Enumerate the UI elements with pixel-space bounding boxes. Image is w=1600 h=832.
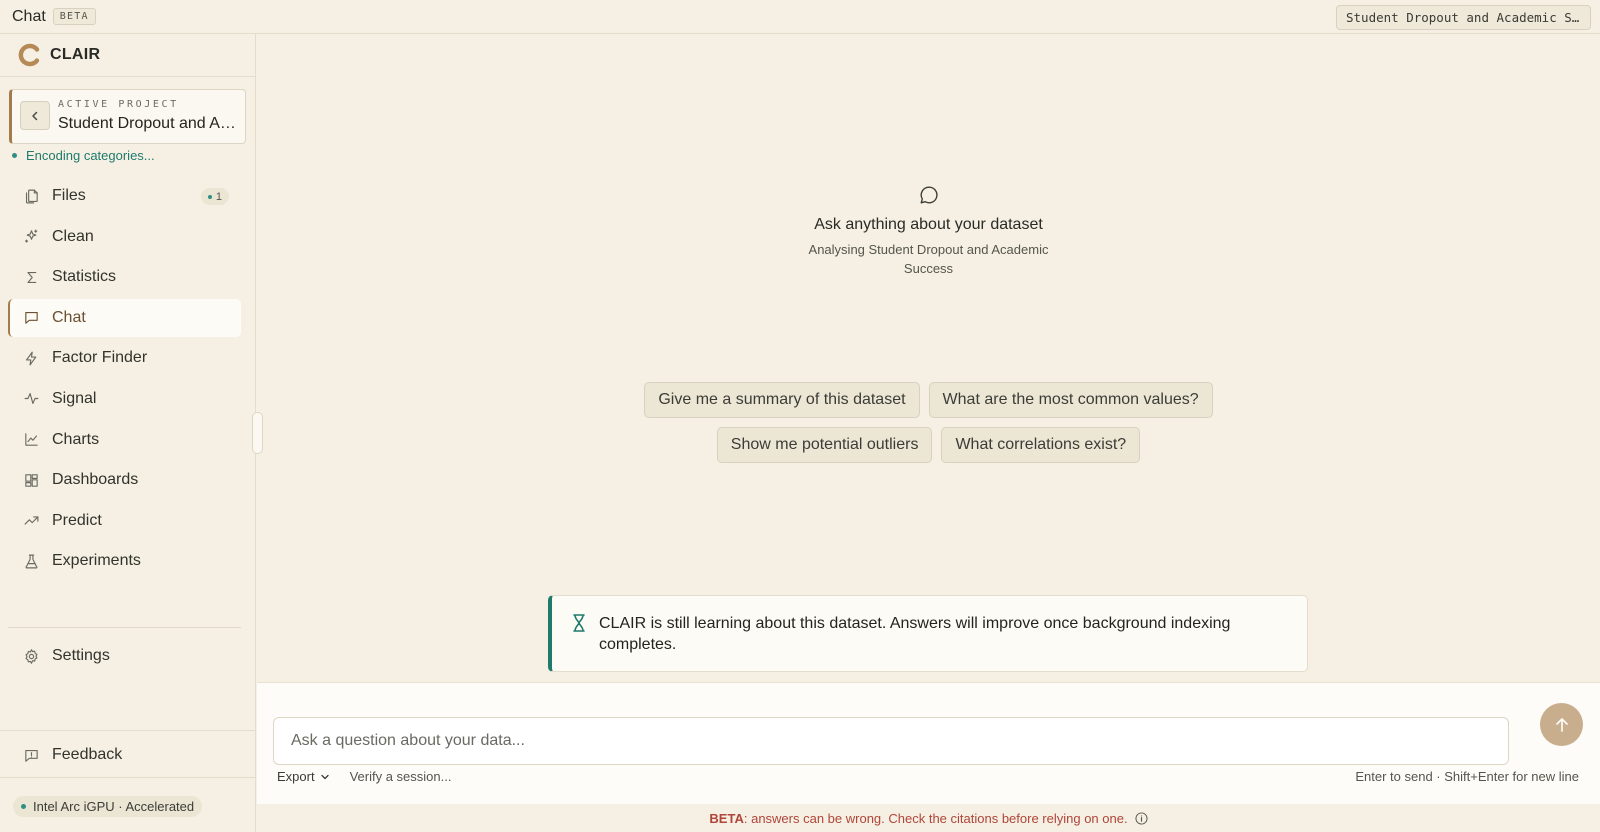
suggestion-row: Give me a summary of this dataset What a… <box>257 382 1600 418</box>
beta-disclaimer: BETA : answers can be wrong. Check the c… <box>257 804 1600 832</box>
footer-divider <box>0 730 256 731</box>
encoding-status: Encoding categories... <box>12 148 155 163</box>
status-dot-icon <box>12 153 17 158</box>
sparkle-icon <box>22 228 40 246</box>
empty-state: Ask anything about your dataset Analysin… <box>257 184 1600 278</box>
sidebar-item-signal[interactable]: Signal <box>8 380 241 418</box>
beta-badge: BETA <box>52 8 96 25</box>
sidebar: CLAIR ACTIVE PROJECT Student Dropout and… <box>0 34 256 832</box>
keyboard-hint: Enter to send · Shift+Enter for new line <box>1355 769 1579 784</box>
suggestion-chip[interactable]: What correlations exist? <box>941 427 1141 463</box>
footer-divider <box>0 777 256 778</box>
sidebar-item-label: Dashboards <box>52 471 139 489</box>
sidebar-nav: Files 1 Clean Statistics Chat Factor Fin… <box>8 177 241 583</box>
dashboard-icon <box>22 471 40 489</box>
chat-icon <box>22 309 40 327</box>
sidebar-item-label: Files <box>52 187 86 204</box>
indexing-notice: CLAIR is still learning about this datas… <box>548 595 1308 672</box>
nav-divider <box>8 627 241 628</box>
sidebar-item-label: Statistics <box>52 268 117 286</box>
sidebar-item-statistics[interactable]: Statistics <box>8 258 241 296</box>
sidebar-item-label: Factor Finder <box>52 349 148 367</box>
gpu-status-badge: Intel Arc iGPU · Accelerated <box>13 796 203 817</box>
send-button[interactable] <box>1540 703 1583 746</box>
sidebar-item-label: Charts <box>52 430 100 448</box>
files-icon <box>22 187 40 205</box>
indexing-notice-text: CLAIR is still learning about this datas… <box>599 615 1231 653</box>
feedback-button[interactable]: Feedback <box>8 736 241 774</box>
gpu-status-dot-icon <box>21 804 26 809</box>
sidebar-item-settings[interactable]: Settings <box>8 637 241 675</box>
top-bar: Chat BETA Student Dropout and Academic S… <box>0 0 1600 34</box>
sidebar-item-label: Chat <box>52 308 86 326</box>
flask-icon <box>22 552 40 570</box>
beta-disclaimer-text: : answers can be wrong. Check the citati… <box>743 810 1128 826</box>
sidebar-item-charts[interactable]: Charts <box>8 421 241 459</box>
sidebar-item-chat[interactable]: Chat <box>8 298 241 337</box>
sidebar-item-files[interactable]: Files 1 <box>8 177 241 215</box>
active-project-label: ACTIVE PROJECT <box>58 99 179 110</box>
chat-main: Ask anything about your dataset Analysin… <box>257 34 1600 832</box>
composer-footer: Export Verify a session... <box>277 769 451 784</box>
sidebar-item-label: Experiments <box>52 552 141 570</box>
gpu-status-text: Intel Arc iGPU · Accelerated <box>33 799 195 814</box>
feedback-label: Feedback <box>52 746 123 763</box>
sidebar-item-label: Signal <box>52 389 97 407</box>
active-project-name: Student Dropout and Academic Success <box>58 115 236 132</box>
encoding-status-text: Encoding categories... <box>26 148 155 163</box>
feedback-icon <box>22 746 40 764</box>
active-project-card: ACTIVE PROJECT Student Dropout and Acade… <box>9 89 246 144</box>
suggestion-chips: Give me a summary of this dataset What a… <box>257 382 1600 472</box>
sidebar-item-factor-finder[interactable]: Factor Finder <box>8 339 241 377</box>
brand-name: CLAIR <box>50 46 101 63</box>
info-icon[interactable] <box>1135 811 1148 825</box>
sidebar-item-experiments[interactable]: Experiments <box>8 542 241 580</box>
export-dropdown[interactable]: Export <box>277 769 330 784</box>
settings-container: Settings <box>8 637 241 678</box>
chevron-left-icon <box>32 111 38 120</box>
gear-icon <box>22 647 40 665</box>
suggestion-chip[interactable]: What are the most common values? <box>928 382 1213 418</box>
suggestion-chip[interactable]: Show me potential outliers <box>716 427 933 463</box>
sidebar-item-label: Settings <box>52 647 110 664</box>
empty-state-subtitle: Analysing Student Dropout and Academic S… <box>808 242 1049 276</box>
line-chart-icon <box>22 431 40 449</box>
files-count-badge: 1 <box>200 188 229 205</box>
feedback-container: Feedback <box>8 736 241 777</box>
sidebar-item-label: Clean <box>52 227 94 245</box>
suggestion-row: Show me potential outliers What correlat… <box>257 427 1600 463</box>
clair-logo-icon <box>18 43 40 67</box>
sigma-icon <box>22 268 40 286</box>
verify-session-link[interactable]: Verify a session... <box>350 769 452 784</box>
arrow-up-icon <box>1555 717 1568 732</box>
page-title: Chat <box>12 7 46 25</box>
export-label: Export <box>277 769 315 784</box>
chat-bubble-icon <box>920 186 938 204</box>
bolt-icon <box>22 349 40 367</box>
sidebar-item-clean[interactable]: Clean <box>8 218 241 256</box>
empty-state-title: Ask anything about your dataset <box>814 216 1043 233</box>
suggestion-chip[interactable]: Give me a summary of this dataset <box>644 382 920 418</box>
back-button[interactable] <box>20 101 50 130</box>
brand[interactable]: CLAIR <box>0 34 255 77</box>
sidebar-item-dashboards[interactable]: Dashboards <box>8 461 241 499</box>
beta-disclaimer-label: BETA <box>709 810 744 826</box>
composer: Export Verify a session... Enter to send… <box>257 682 1600 804</box>
sidebar-item-predict[interactable]: Predict <box>8 502 241 540</box>
trending-up-icon <box>22 512 40 530</box>
chat-input[interactable] <box>273 717 1509 765</box>
hourglass-icon <box>573 614 585 632</box>
chevron-down-icon <box>320 774 329 779</box>
project-selector[interactable]: Student Dropout and Academic Success <box>1336 5 1591 30</box>
sidebar-item-label: Predict <box>52 511 102 529</box>
pulse-icon <box>22 390 40 408</box>
